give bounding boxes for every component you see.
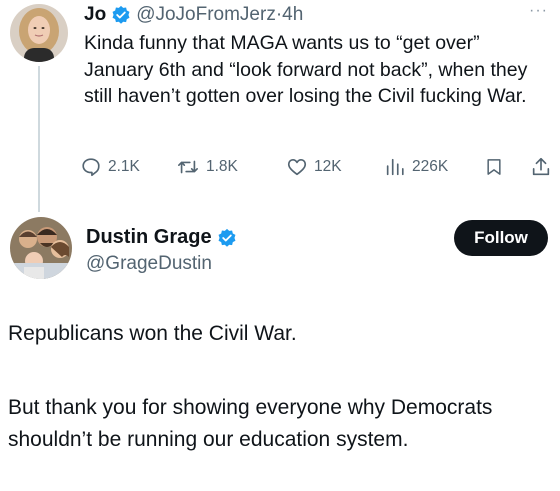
views-count: 226K xyxy=(412,158,449,175)
reply-author-row: Dustin Grage xyxy=(86,226,242,249)
author-handle[interactable]: @JoJoFromJerz xyxy=(136,3,276,27)
views-button[interactable]: 226K xyxy=(384,156,448,178)
follow-button[interactable]: Follow xyxy=(454,220,548,256)
author-name[interactable]: Jo xyxy=(84,3,106,27)
tweet-text: Kinda funny that MAGA wants us to “get o… xyxy=(84,32,528,107)
share-button[interactable] xyxy=(530,156,558,178)
tweet-actions: 2.1K 1.8K 12K 226K xyxy=(80,156,556,184)
bookmark-icon xyxy=(487,159,501,175)
reply-author-name[interactable]: Dustin Grage xyxy=(86,226,212,249)
bookmark-button[interactable] xyxy=(484,156,510,178)
thread-connector-line xyxy=(38,66,40,212)
retweet-button[interactable]: 1.8K xyxy=(176,156,238,178)
bar-chart-icon xyxy=(386,158,404,176)
verified-badge-icon xyxy=(111,5,131,25)
like-button[interactable]: 12K xyxy=(286,156,342,178)
speech-bubble-icon xyxy=(82,158,100,177)
tweet-time[interactable]: 4h xyxy=(282,3,303,27)
reply-button[interactable]: 2.1K xyxy=(80,156,140,178)
reply-paragraph-2: But thank you for showing everyone why D… xyxy=(8,396,493,451)
heart-icon xyxy=(287,159,307,176)
tweet-header: Jo @JoJoFromJerz · 4h xyxy=(84,3,303,27)
retweet-icon xyxy=(178,160,198,174)
like-count: 12K xyxy=(314,158,342,175)
avatar-dustin-grage[interactable] xyxy=(10,217,72,279)
avatar-jo[interactable] xyxy=(10,4,68,62)
verified-badge-icon xyxy=(217,228,237,248)
avatar-family-photo xyxy=(10,217,72,279)
avatar-jo-image xyxy=(10,4,68,62)
reply-paragraph-1: Republicans won the Civil War. xyxy=(8,322,297,345)
more-options-icon[interactable]: ··· xyxy=(529,2,548,20)
retweet-count: 1.8K xyxy=(206,158,238,175)
reply-count: 2.1K xyxy=(108,158,140,175)
reply-author-handle[interactable]: @GrageDustin xyxy=(86,253,212,275)
share-icon xyxy=(532,157,550,176)
